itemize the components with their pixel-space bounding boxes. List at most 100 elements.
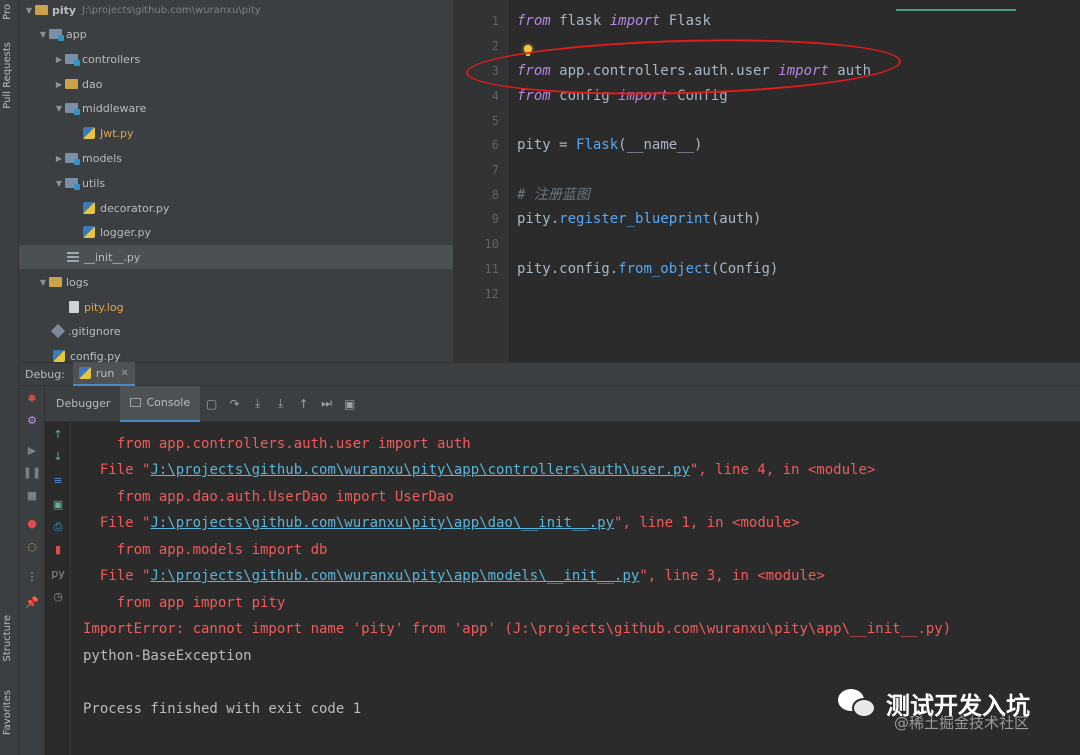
tab-debugger[interactable]: Debugger <box>46 386 120 422</box>
console-line: File "J:\projects\github.com\wuranxu\pit… <box>83 462 876 478</box>
settings-gear-icon[interactable]: ⚙ <box>19 414 45 427</box>
module-folder-icon <box>65 178 80 190</box>
project-tool-tab[interactable]: Pro <box>2 4 13 20</box>
debug-side-toolbar: ✱ ⚙ ▶ ❚❚ ■ ● ◌ ⋮ 📌 <box>19 386 45 755</box>
favorites-tool-tab[interactable]: Favorites <box>2 690 13 735</box>
tree-item-decorator-py[interactable]: decorator.py <box>19 196 453 220</box>
file-link[interactable]: J:\projects\github.com\wuranxu\pity\app\… <box>150 462 689 478</box>
active-tab-indicator <box>896 9 1016 11</box>
tree-item-jwt-py[interactable]: Jwt.py <box>19 121 453 145</box>
mute-breakpoints-icon[interactable]: ◌ <box>19 540 45 553</box>
pause-icon[interactable]: ❚❚ <box>19 466 45 479</box>
line-number: 6 <box>491 138 499 152</box>
evaluate-expression-icon[interactable]: ▣ <box>338 397 361 411</box>
chevron-right-icon[interactable]: ▶ <box>53 80 65 89</box>
show-execution-point-icon[interactable]: ▢ <box>200 397 223 411</box>
console-line: from app.models import db <box>83 542 328 558</box>
step-into-my-code-icon[interactable]: ⤓ <box>269 396 292 411</box>
line-number: 9 <box>491 212 499 226</box>
history-icon[interactable]: ◷ <box>45 590 71 603</box>
code-line-6[interactable]: pity = Flask(__name__) <box>517 133 702 157</box>
pull-requests-tool-tab[interactable]: Pull Requests <box>2 42 13 109</box>
tree-item-app[interactable]: ▼ app <box>19 22 453 46</box>
tree-item-config-py[interactable]: config.py <box>19 344 453 362</box>
left-tool-strip: Pro Pull Requests Structure Favorites <box>0 0 19 755</box>
chevron-down-icon[interactable]: ▼ <box>53 104 65 113</box>
tree-item-middleware[interactable]: ▼ middleware <box>19 96 453 120</box>
tree-item-label: logger.py <box>100 225 152 239</box>
scroll-up-icon[interactable]: ↑ <box>45 428 71 441</box>
line-number: 5 <box>491 114 499 128</box>
python-console-icon[interactable]: py <box>45 567 71 580</box>
rerun-icon[interactable]: ✱ <box>19 392 45 405</box>
console-line: from app import pity <box>83 595 286 611</box>
code-line-1[interactable]: from flask import Flask <box>517 9 711 33</box>
python-file-icon <box>83 226 95 238</box>
line-number: 8 <box>491 188 499 202</box>
chevron-down-icon[interactable]: ▼ <box>37 278 49 287</box>
console-line: from app.dao.auth.UserDao import UserDao <box>83 489 454 505</box>
scroll-down-icon[interactable]: ↓ <box>45 450 71 463</box>
file-link[interactable]: J:\projects\github.com\wuranxu\pity\app\… <box>150 515 614 531</box>
tab-console[interactable]: Console <box>120 385 201 422</box>
tree-item-label: dao <box>82 77 103 91</box>
folder-icon <box>65 79 78 89</box>
python-file-icon <box>53 350 65 362</box>
close-icon[interactable]: ✕ <box>120 368 128 379</box>
step-into-icon[interactable]: ⤓ <box>246 396 269 411</box>
console-line: File "J:\projects\github.com\wuranxu\pit… <box>83 568 825 584</box>
console-side-toolbar: ↑ ↓ ≡ ▣ ⎙ ▮ py ◷ <box>45 422 71 755</box>
chevron-down-icon[interactable]: ▼ <box>37 30 49 39</box>
log-file-icon <box>69 301 79 313</box>
step-out-icon[interactable]: ↑ <box>292 397 315 411</box>
scroll-to-end-icon[interactable]: ▣ <box>45 498 71 511</box>
tree-item-logs[interactable]: ▼ logs <box>19 270 453 294</box>
chevron-down-icon[interactable]: ▼ <box>53 179 65 188</box>
line-number: 2 <box>491 39 499 53</box>
tree-item-pity-log[interactable]: pity.log <box>19 295 453 319</box>
soft-wrap-icon[interactable]: ≡ <box>45 474 71 487</box>
tree-item-init-py[interactable]: __init__.py <box>19 245 453 269</box>
tree-item-models[interactable]: ▶ models <box>19 146 453 170</box>
module-folder-icon <box>49 29 64 41</box>
folder-icon <box>35 5 48 15</box>
tree-item-label: pity.log <box>84 300 124 314</box>
step-over-icon[interactable]: ↷ <box>223 397 246 411</box>
python-file-icon <box>83 202 95 214</box>
tree-item-controllers[interactable]: ▶ controllers <box>19 47 453 71</box>
code-line-11[interactable]: pity.config.from_object(Config) <box>517 257 778 281</box>
run-to-cursor-icon[interactable]: ⏭ <box>315 396 338 411</box>
file-link[interactable]: J:\projects\github.com\wuranxu\pity\app\… <box>150 568 639 584</box>
debug-tool-window-header: Debug: run ✕ <box>19 362 1080 386</box>
line-number: 4 <box>491 89 499 103</box>
structure-tool-tab[interactable]: Structure <box>2 615 13 662</box>
code-line-9[interactable]: pity.register_blueprint(auth) <box>517 207 761 231</box>
python-file-icon <box>83 127 95 139</box>
resume-icon[interactable]: ▶ <box>19 444 45 457</box>
tree-item-logger-py[interactable]: logger.py <box>19 220 453 244</box>
tree-item-label: decorator.py <box>100 201 170 215</box>
view-breakpoints-icon[interactable]: ● <box>19 517 45 530</box>
debug-label: Debug: <box>25 367 65 381</box>
wechat-icon <box>838 687 878 721</box>
process-exit-line: Process finished with exit code 1 <box>83 701 362 717</box>
run-configuration-tab[interactable]: run ✕ <box>72 362 135 386</box>
chevron-right-icon[interactable]: ▶ <box>53 55 65 64</box>
console-icon <box>130 398 142 407</box>
stop-icon[interactable]: ■ <box>19 489 45 502</box>
debug-toolbar: Debugger Console ▢ ↷ ⤓ ⤓ ↑ ⏭ ▣ <box>19 385 1080 422</box>
chevron-right-icon[interactable]: ▶ <box>53 154 65 163</box>
line-number: 12 <box>484 287 499 301</box>
chevron-down-icon[interactable]: ▼ <box>23 6 35 15</box>
clear-all-icon[interactable]: ▮ <box>45 543 71 556</box>
tree-root[interactable]: ▼ pity J:\projects\github.com\wuranxu\pi… <box>19 0 453 22</box>
tree-item-dao[interactable]: ▶ dao <box>19 72 453 96</box>
tree-item-utils[interactable]: ▼ utils <box>19 171 453 195</box>
watermark-subtitle: @稀土掘金技术社区 <box>894 714 1030 732</box>
tree-item-gitignore[interactable]: .gitignore <box>19 319 453 343</box>
pin-icon[interactable]: 📌 <box>19 596 45 609</box>
code-line-8[interactable]: # 注册蓝图 <box>517 183 590 207</box>
print-icon[interactable]: ⎙ <box>45 520 71 534</box>
module-folder-icon <box>65 54 80 66</box>
more-icon[interactable]: ⋮ <box>19 570 45 583</box>
